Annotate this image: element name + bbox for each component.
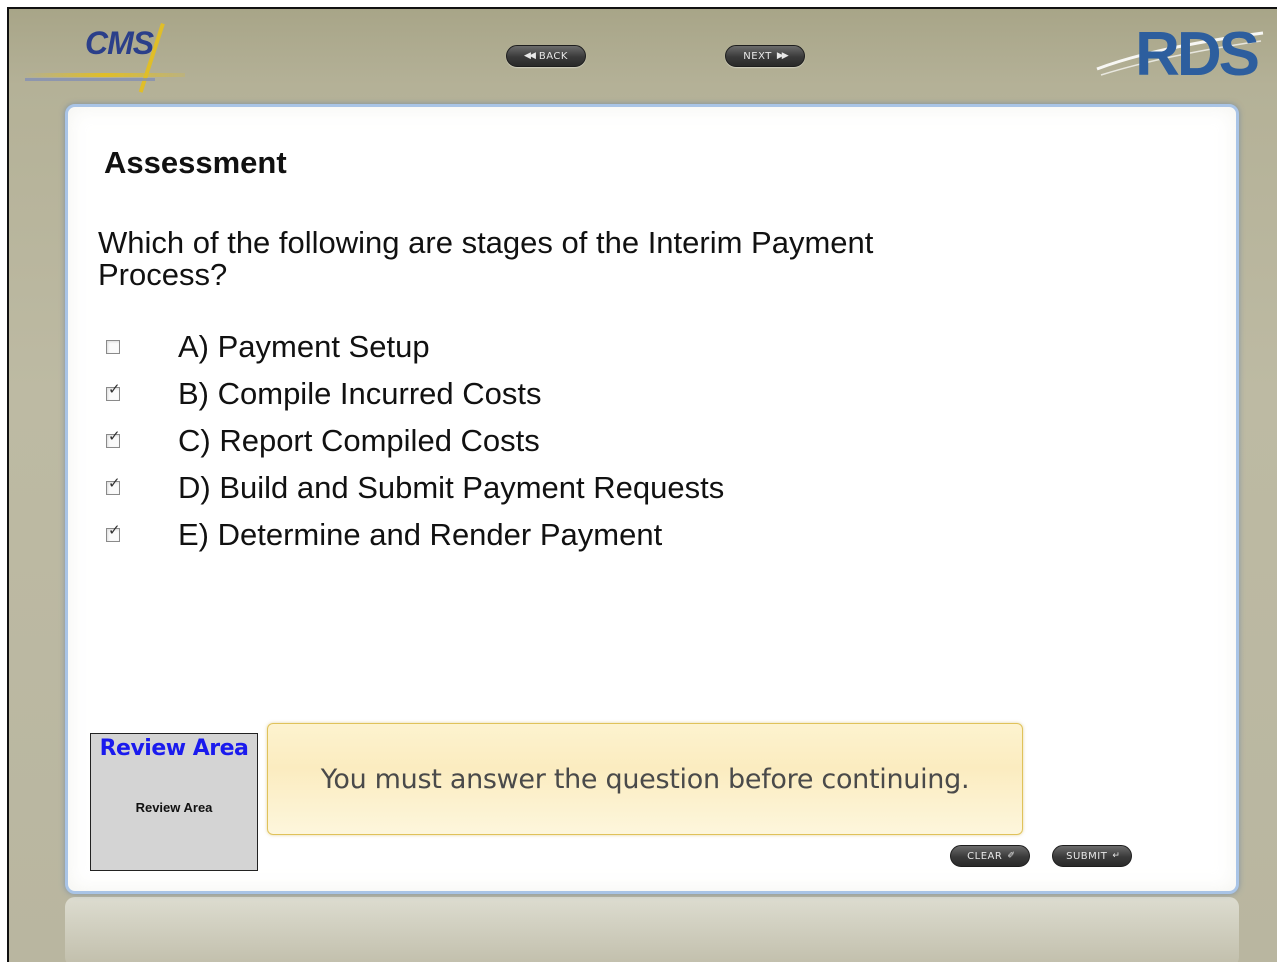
checkbox-option-e[interactable]: ✓: [106, 522, 121, 542]
option-b-label: B) Compile Incurred Costs: [178, 375, 542, 411]
cms-logo: CMS: [23, 17, 193, 97]
checkmark-icon: ✓: [108, 426, 121, 445]
checkbox-option-b[interactable]: ✓: [106, 381, 121, 401]
checkmark-icon: ✓: [108, 520, 121, 539]
rds-logo: RDS: [1085, 20, 1265, 91]
answer-options: A) Payment Setup ✓ B) Compile Incurred C…: [106, 323, 724, 558]
option-b[interactable]: ✓ B) Compile Incurred Costs: [106, 370, 724, 417]
feedback-message: You must answer the question before cont…: [320, 763, 970, 795]
submit-button-label: SUBMIT: [1066, 850, 1108, 862]
rds-logo-text: RDS: [1135, 20, 1260, 89]
rewind-icon: ◀◀: [524, 51, 536, 61]
option-a-label: A) Payment Setup: [178, 328, 430, 364]
next-button[interactable]: NEXT ▶▶: [725, 45, 805, 67]
return-arrow-icon: ↵: [1112, 851, 1119, 861]
cms-logo-tagline: [25, 78, 155, 81]
option-d[interactable]: ✓ D) Build and Submit Payment Requests: [106, 464, 724, 511]
eraser-icon: ✐: [1007, 851, 1014, 861]
option-c-label: C) Report Compiled Costs: [178, 422, 540, 458]
feedback-message-box: You must answer the question before cont…: [267, 723, 1023, 835]
submit-button[interactable]: SUBMIT ↵: [1052, 845, 1132, 867]
option-c[interactable]: ✓ C) Report Compiled Costs: [106, 417, 724, 464]
panel-reflection: [65, 897, 1239, 962]
checkbox-option-c[interactable]: ✓: [106, 428, 121, 448]
option-a[interactable]: A) Payment Setup: [106, 323, 724, 370]
option-d-label: D) Build and Submit Payment Requests: [178, 469, 725, 505]
option-e-label: E) Determine and Render Payment: [178, 516, 663, 552]
option-e[interactable]: ✓ E) Determine and Render Payment: [106, 511, 724, 558]
checkmark-icon: ✓: [108, 473, 121, 492]
assessment-panel: Assessment Which of the following are st…: [65, 104, 1239, 894]
checkbox-option-d[interactable]: ✓: [106, 475, 121, 495]
back-button-label: BACK: [538, 50, 568, 62]
review-area-subtitle: Review Area: [135, 800, 213, 815]
checkmark-icon: ✓: [108, 379, 121, 398]
checkbox-option-a[interactable]: [106, 339, 120, 354]
clear-button-label: CLEAR: [967, 850, 1003, 862]
cms-logo-underline: [23, 73, 185, 77]
cms-logo-text: CMS: [85, 25, 154, 61]
review-area-title: Review Area: [99, 736, 249, 761]
top-bar: CMS ◀◀ BACK NEXT ▶▶ RDS: [9, 9, 1277, 109]
review-area[interactable]: Review Area Review Area: [90, 733, 258, 871]
clear-button[interactable]: CLEAR ✐: [950, 845, 1030, 867]
fast-forward-icon: ▶▶: [776, 51, 789, 61]
question-text: Which of the following are stages of the…: [98, 225, 874, 292]
next-button-label: NEXT: [743, 50, 772, 62]
app-window: CMS ◀◀ BACK NEXT ▶▶ RDS Assessment Which…: [7, 7, 1277, 962]
back-button[interactable]: ◀◀ BACK: [506, 45, 586, 67]
page-title: Assessment: [104, 145, 287, 180]
